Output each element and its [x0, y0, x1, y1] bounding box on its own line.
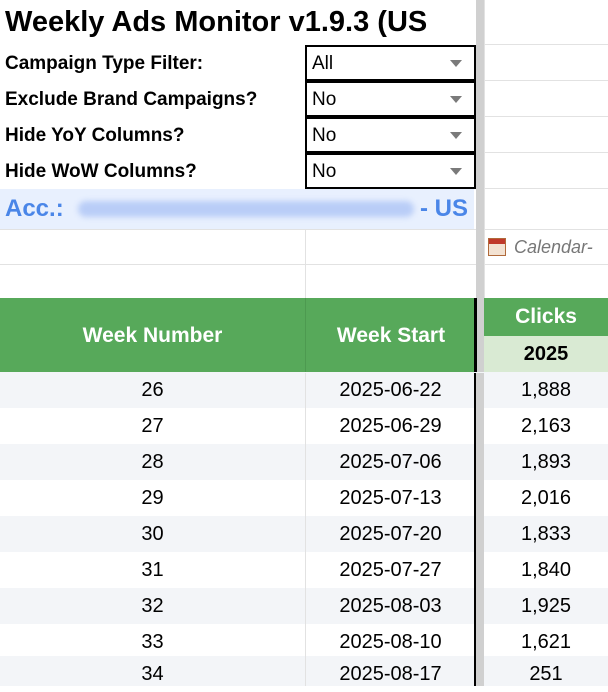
table-row[interactable]: 26 2025-06-22 1,888 [0, 372, 608, 408]
hide-wow-columns-label: Hide WoW Columns? [5, 161, 197, 182]
header-week-start[interactable]: Week Start [305, 298, 476, 373]
cell-week-start[interactable]: 2025-07-20 [305, 516, 476, 552]
cell-clicks[interactable]: 1,893 [484, 444, 608, 480]
cell-week-number[interactable]: 29 [0, 480, 305, 516]
header-clicks-year[interactable]: 2025 [484, 336, 608, 373]
gridline [484, 188, 608, 189]
hide-wow-columns-value: No [312, 161, 337, 182]
dropdown-arrow-icon[interactable] [450, 96, 462, 103]
account-banner[interactable]: Acc.: - US [0, 189, 474, 229]
gridline [484, 44, 608, 45]
exclude-brand-campaigns-label: Exclude Brand Campaigns? [5, 89, 258, 110]
calendar-icon [488, 238, 506, 256]
exclude-brand-campaigns-value: No [312, 89, 337, 110]
cell-clicks[interactable]: 2,163 [484, 408, 608, 444]
cell-week-number[interactable]: 30 [0, 516, 305, 552]
dropdown-arrow-icon[interactable] [450, 60, 462, 67]
cell-clicks[interactable]: 2,016 [484, 480, 608, 516]
cell-clicks[interactable]: 1,833 [484, 516, 608, 552]
cell-clicks[interactable]: 1,925 [484, 588, 608, 624]
account-label: Acc.: [5, 195, 64, 222]
campaign-type-filter-dropdown[interactable]: All [305, 45, 476, 81]
calendar-note[interactable]: Calendar- [488, 229, 608, 265]
cell-week-start[interactable]: 2025-07-27 [305, 552, 476, 588]
cell-clicks[interactable]: 251 [484, 656, 608, 692]
hide-yoy-columns-dropdown[interactable]: No [305, 117, 476, 153]
cell-week-number[interactable]: 31 [0, 552, 305, 588]
cell-week-start[interactable]: 2025-07-06 [305, 444, 476, 480]
table-row[interactable]: 27 2025-06-29 2,163 [0, 408, 608, 444]
header-clicks[interactable]: Clicks [484, 298, 608, 336]
cell-week-start[interactable]: 2025-06-22 [305, 372, 476, 408]
spreadsheet-grid: Weekly Ads Monitor v1.9.3 (US Campaign T… [0, 0, 608, 686]
cell-clicks[interactable]: 1,621 [484, 624, 608, 660]
table-row[interactable]: 31 2025-07-27 1,840 [0, 552, 608, 588]
cell-clicks[interactable]: 1,840 [484, 552, 608, 588]
cell-week-start[interactable]: 2025-08-17 [305, 656, 476, 692]
dropdown-arrow-icon[interactable] [450, 132, 462, 139]
frozen-column-divider[interactable] [476, 373, 484, 686]
calendar-note-text: Calendar- [514, 237, 593, 257]
cell-week-start[interactable]: 2025-08-10 [305, 624, 476, 660]
gridline [484, 152, 608, 153]
table-row[interactable]: 33 2025-08-10 1,621 [0, 624, 608, 660]
gridline [484, 80, 608, 81]
table-row[interactable]: 28 2025-07-06 1,893 [0, 444, 608, 480]
sheet-title[interactable]: Weekly Ads Monitor v1.9.3 (US [0, 0, 476, 44]
hide-yoy-columns-label: Hide YoY Columns? [5, 125, 185, 146]
table-row[interactable]: 30 2025-07-20 1,833 [0, 516, 608, 552]
cell-week-number[interactable]: 33 [0, 624, 305, 660]
cell-week-number[interactable]: 27 [0, 408, 305, 444]
cell-week-number[interactable]: 34 [0, 656, 305, 692]
cell-week-start[interactable]: 2025-07-13 [305, 480, 476, 516]
cell-week-start[interactable]: 2025-08-03 [305, 588, 476, 624]
hide-wow-columns-dropdown[interactable]: No [305, 153, 476, 189]
exclude-brand-campaigns-dropdown[interactable]: No [305, 81, 476, 117]
header-week-number[interactable]: Week Number [0, 298, 305, 373]
table-row[interactable]: 34 2025-08-17 251 [0, 656, 608, 686]
gridline [305, 373, 306, 686]
cell-week-start[interactable]: 2025-06-29 [305, 408, 476, 444]
cell-week-number[interactable]: 28 [0, 444, 305, 480]
table-row[interactable]: 29 2025-07-13 2,016 [0, 480, 608, 516]
cell-week-number[interactable]: 26 [0, 372, 305, 408]
table-row[interactable]: 32 2025-08-03 1,925 [0, 588, 608, 624]
campaign-type-filter-label: Campaign Type Filter: [5, 53, 204, 74]
gridline [484, 116, 608, 117]
cell-clicks[interactable]: 1,888 [484, 372, 608, 408]
dropdown-arrow-icon[interactable] [450, 168, 462, 175]
hide-yoy-columns-value: No [312, 125, 337, 146]
account-name-redacted [78, 201, 414, 217]
cell-week-number[interactable]: 32 [0, 588, 305, 624]
account-region: - US [420, 195, 468, 222]
campaign-type-filter-value: All [312, 53, 334, 74]
